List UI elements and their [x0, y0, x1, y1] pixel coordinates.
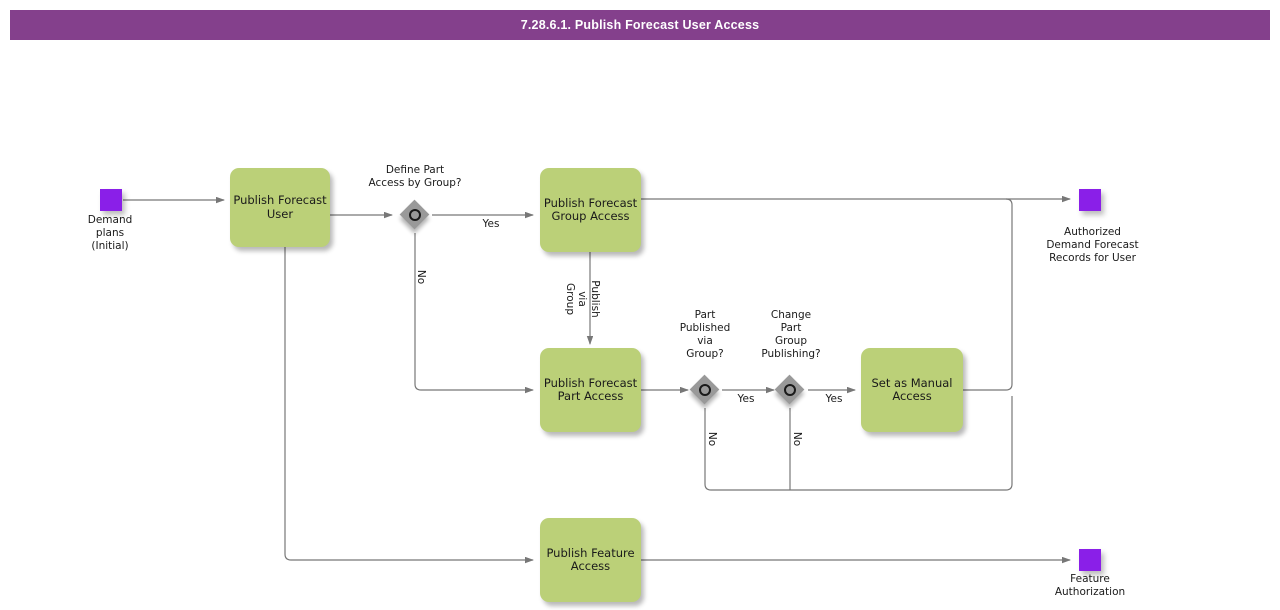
task-publish-feature-access-label: Publish Feature Access — [546, 545, 635, 573]
task-publish-forecast-user-label: Publish Forecast User — [233, 193, 327, 221]
end-event-authorized-records-label: Authorized Demand Forecast Records for U… — [1046, 226, 1139, 264]
gateway-circle-icon — [699, 384, 711, 396]
task-publish-forecast-user[interactable]: Publish Forecast User — [230, 168, 330, 247]
edge-label-publish-via-group: Publish via Group — [564, 280, 601, 318]
task-set-as-manual-access-label: Set as Manual Access — [871, 375, 953, 403]
edge-gw1-no-to-part-access — [414, 233, 534, 394]
edge-label-define-no: No — [415, 269, 427, 285]
gateway-change-part-group-publishing-label: Change Part Group Publishing? — [761, 309, 821, 360]
edge-label-part-published-no: No — [706, 431, 718, 447]
task-set-as-manual-access[interactable]: Set as Manual Access — [861, 348, 963, 432]
gateway-change-part-group-publishing[interactable] — [774, 374, 805, 405]
end-event-authorized-records[interactable] — [1079, 189, 1101, 211]
end-event-feature-authorization-label: Feature Authorization — [1054, 573, 1126, 598]
gateway-part-published-via-group[interactable] — [689, 374, 720, 405]
start-event-demand-plans-label: Demand plans (Initial) — [87, 214, 133, 252]
edge-manual-access-to-end-authorized — [963, 198, 1013, 391]
page-title: 7.28.6.1. Publish Forecast User Access — [520, 18, 760, 32]
edge-publish-user-to-feature-access — [284, 247, 534, 564]
diagram-canvas: 7.28.6.1. Publish Forecast User Access P… — [0, 0, 1280, 610]
page-title-bar: 7.28.6.1. Publish Forecast User Access — [10, 10, 1270, 40]
gateway-circle-icon — [409, 209, 421, 221]
edge-label-define-yes: Yes — [482, 218, 500, 230]
edge-label-part-published-yes: Yes — [737, 393, 755, 405]
start-event-demand-plans[interactable] — [100, 189, 122, 211]
end-event-feature-authorization[interactable] — [1079, 549, 1101, 571]
edge-label-change-group-yes: Yes — [825, 393, 843, 405]
gateway-define-part-access[interactable] — [399, 199, 430, 230]
task-publish-feature-access[interactable]: Publish Feature Access — [540, 518, 641, 602]
task-publish-forecast-part-access[interactable]: Publish Forecast Part Access — [540, 348, 641, 432]
edge-gw2-no-loop — [704, 396, 1013, 491]
gateway-circle-icon — [784, 384, 796, 396]
edge-label-change-group-no: No — [791, 431, 803, 447]
gateway-define-part-access-label: Define Part Access by Group? — [368, 164, 462, 189]
edge-layer: Publish Forecast Group Access --> down, … — [123, 195, 1071, 564]
task-publish-forecast-group-access[interactable]: Publish Forecast Group Access — [540, 168, 641, 252]
task-publish-forecast-part-access-label: Publish Forecast Part Access — [543, 375, 638, 403]
task-publish-forecast-group-access-label: Publish Forecast Group Access — [543, 195, 638, 223]
